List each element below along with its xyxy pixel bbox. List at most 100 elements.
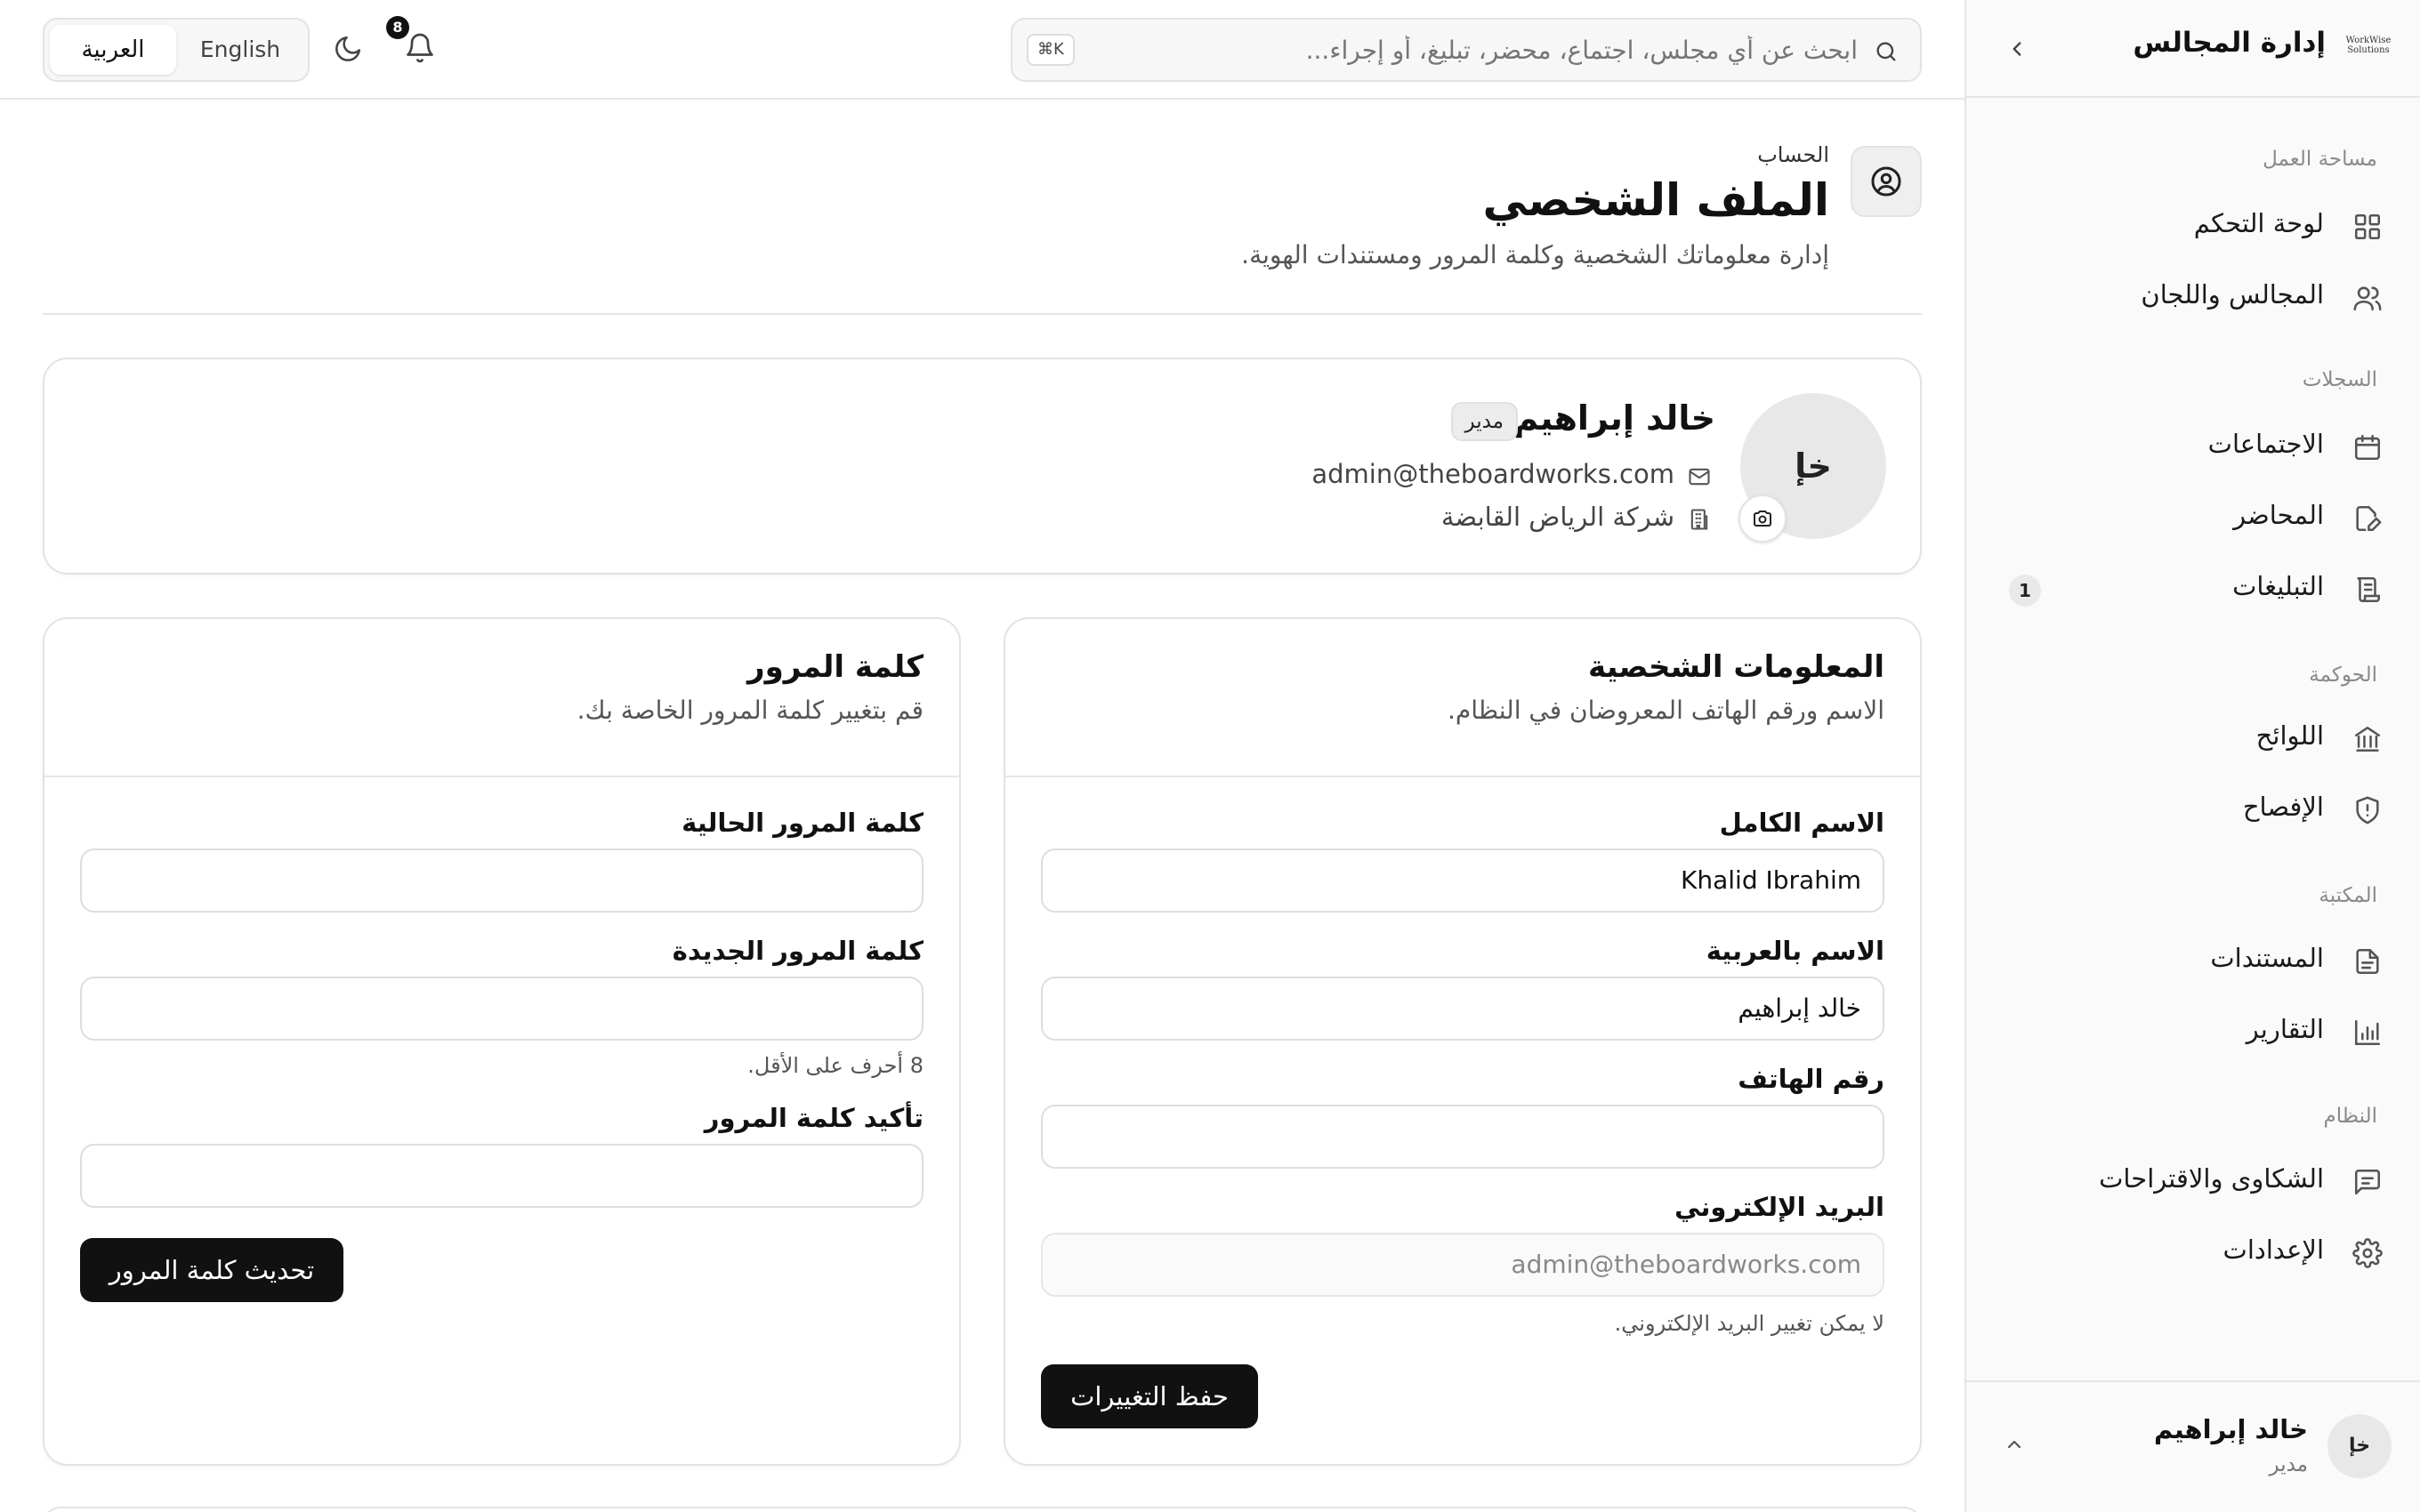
save-changes-button[interactable]: حفظ التغييرات bbox=[1041, 1364, 1258, 1428]
sidebar-item-settings[interactable]: الإعدادات bbox=[1964, 1222, 2420, 1283]
chevron-up-icon bbox=[2004, 1434, 2025, 1455]
sidebar-item-label: المحاضر bbox=[2233, 500, 2324, 530]
user-circle-icon bbox=[1869, 165, 1903, 198]
sidebar-item-disclosure[interactable]: الإفصاح bbox=[1964, 779, 2420, 840]
sidebar-item-label: الإعدادات bbox=[2222, 1235, 2324, 1265]
shield-alert-icon bbox=[2352, 795, 2383, 825]
sidebar-group-library: المكتبة bbox=[2319, 884, 2377, 907]
sidebar-item-label: الاجتماعات bbox=[2207, 429, 2324, 459]
building-icon bbox=[1687, 507, 1712, 532]
sidebar-item-label: الإفصاح bbox=[2242, 792, 2324, 822]
sidebar-user-menu[interactable]: خإ خالد إبراهيم مدير bbox=[1966, 1380, 2420, 1512]
sidebar-user-name: خالد إبراهيم bbox=[2153, 1414, 2308, 1444]
scroll-icon bbox=[2352, 575, 2383, 605]
search-shortcut-hint: ⌘K bbox=[1027, 34, 1075, 66]
confirm-password-field[interactable] bbox=[80, 1144, 924, 1208]
settings-icon bbox=[2352, 1238, 2383, 1268]
calendar-icon bbox=[2352, 432, 2383, 462]
page-title: الملف الشخصي bbox=[1482, 174, 1829, 226]
lang-option-english[interactable]: English bbox=[178, 32, 302, 68]
users-icon bbox=[2352, 283, 2383, 313]
mail-icon bbox=[1687, 464, 1712, 489]
profile-company: شركة الرياض القابضة bbox=[1440, 502, 1674, 532]
password-title: كلمة المرور bbox=[747, 649, 924, 685]
notifications-bell-icon[interactable] bbox=[404, 32, 436, 64]
sidebar-item-label: التقارير bbox=[2246, 1014, 2324, 1044]
arabic-name-field[interactable]: خالد إبراهيم bbox=[1041, 977, 1884, 1041]
profile-summary-card: خإ خالد إبراهيم مدير admin@theboardworks… bbox=[43, 358, 1922, 575]
sidebar-user-role: مدير bbox=[2269, 1453, 2308, 1476]
change-photo-button[interactable] bbox=[1738, 495, 1787, 543]
minutes-edit-icon bbox=[2352, 503, 2383, 534]
app-title: إدارة المجالس bbox=[2133, 27, 2326, 59]
sidebar-item-complaints[interactable]: الشكاوى والاقتراحات bbox=[1964, 1151, 2420, 1211]
dark-mode-moon-icon[interactable] bbox=[333, 34, 363, 64]
full-name-label: الاسم الكامل bbox=[1719, 808, 1884, 838]
new-password-field[interactable] bbox=[80, 977, 924, 1041]
sidebar-group-workspace: مساحة العمل bbox=[2263, 148, 2377, 171]
brand-logo-text: WorkWise Solutions bbox=[2345, 36, 2392, 55]
search-box[interactable]: ⌘K bbox=[1011, 18, 1922, 82]
camera-icon bbox=[1752, 508, 1773, 529]
personal-info-subtitle: الاسم ورقم الهاتف المعروضان في النظام. bbox=[1448, 696, 1884, 725]
sidebar-item-label: اللوائح bbox=[2255, 720, 2324, 751]
page-subtitle: إدارة معلوماتك الشخصية وكلمة المرور ومست… bbox=[1241, 240, 1829, 269]
sidebar-item-label: المجالس واللجان bbox=[2141, 279, 2324, 310]
sidebar-item-minutes[interactable]: المحاضر bbox=[1964, 487, 2420, 548]
role-badge: مدير bbox=[1450, 402, 1518, 441]
personal-info-title: المعلومات الشخصية bbox=[1588, 649, 1884, 685]
password-card: كلمة المرور قم بتغيير كلمة المرور الخاصة… bbox=[43, 617, 961, 1466]
brand-logo: WorkWise Solutions bbox=[2342, 36, 2395, 62]
profile-name: خالد إبراهيم bbox=[1513, 398, 1715, 438]
search-input[interactable] bbox=[1093, 20, 1858, 80]
new-password-label: كلمة المرور الجديدة bbox=[672, 936, 924, 966]
phone-field[interactable] bbox=[1041, 1105, 1884, 1169]
new-password-hint: 8 أحرف على الأقل. bbox=[747, 1053, 924, 1078]
arabic-name-label: الاسم بالعربية bbox=[1706, 936, 1884, 966]
update-password-button[interactable]: تحديث كلمة المرور bbox=[80, 1238, 343, 1302]
notification-count-badge: 8 bbox=[386, 16, 409, 39]
email-field-readonly: admin@theboardworks.com bbox=[1041, 1233, 1884, 1297]
bar-chart-icon bbox=[2352, 1017, 2383, 1048]
page-header-icon bbox=[1851, 146, 1922, 217]
sidebar-group-records: السجلات bbox=[2302, 368, 2377, 391]
phone-label: رقم الهاتف bbox=[1738, 1064, 1884, 1094]
sidebar-item-documents[interactable]: المستندات bbox=[1964, 930, 2420, 991]
message-icon bbox=[2352, 1167, 2383, 1197]
sidebar-item-dashboard[interactable]: لوحة التحكم bbox=[1964, 196, 2420, 256]
sidebar-group-system: النظام bbox=[2323, 1105, 2377, 1128]
sidebar-item-regulations[interactable]: اللوائح bbox=[1964, 708, 2420, 768]
full-name-field[interactable]: Khalid Ibrahim bbox=[1041, 848, 1884, 913]
sidebar-item-boards-committees[interactable]: المجالس واللجان bbox=[1964, 267, 2420, 327]
landmark-icon bbox=[2352, 724, 2383, 754]
password-subtitle: قم بتغيير كلمة المرور الخاصة بك. bbox=[577, 696, 924, 725]
sidebar-header: WorkWise Solutions إدارة المجالس bbox=[1966, 0, 2420, 98]
search-icon bbox=[1874, 39, 1899, 64]
sidebar: WorkWise Solutions إدارة المجالس مساحة ا… bbox=[1964, 0, 2420, 1512]
sidebar-item-reports[interactable]: التقارير bbox=[1964, 1001, 2420, 1062]
next-card-edge bbox=[43, 1507, 1922, 1512]
dashboard-icon bbox=[2352, 212, 2383, 242]
current-password-label: كلمة المرور الحالية bbox=[682, 808, 924, 838]
email-hint: لا يمكن تغيير البريد الإلكتروني. bbox=[1614, 1311, 1884, 1336]
header-divider bbox=[43, 313, 1922, 315]
avatar: خإ bbox=[2327, 1414, 2392, 1478]
lang-option-arabic[interactable]: العربية bbox=[50, 25, 176, 75]
notices-count-badge: 1 bbox=[2009, 575, 2041, 607]
sidebar-item-label: المستندات bbox=[2210, 943, 2324, 973]
card-divider bbox=[1005, 776, 1920, 777]
sidebar-item-label: لوحة التحكم bbox=[2193, 208, 2324, 238]
breadcrumb: الحساب bbox=[1757, 142, 1829, 167]
sidebar-item-label: التبليغات bbox=[2232, 571, 2324, 601]
file-text-icon bbox=[2352, 946, 2383, 977]
sidebar-item-notices[interactable]: التبليغات 1 bbox=[1964, 559, 2420, 619]
current-password-field[interactable] bbox=[80, 848, 924, 913]
sidebar-item-meetings[interactable]: الاجتماعات bbox=[1964, 416, 2420, 477]
language-switcher: English العربية bbox=[43, 18, 310, 82]
confirm-password-label: تأكيد كلمة المرور bbox=[704, 1103, 924, 1133]
sidebar-group-governance: الحوكمة bbox=[2309, 664, 2377, 687]
collapse-sidebar-chevron-icon[interactable] bbox=[2005, 37, 2029, 60]
sidebar-item-label: الشكاوى والاقتراحات bbox=[2099, 1163, 2324, 1194]
top-bar: ⌘K English العربية 8 bbox=[0, 0, 1964, 100]
email-label: البريد الإلكتروني bbox=[1674, 1192, 1884, 1222]
